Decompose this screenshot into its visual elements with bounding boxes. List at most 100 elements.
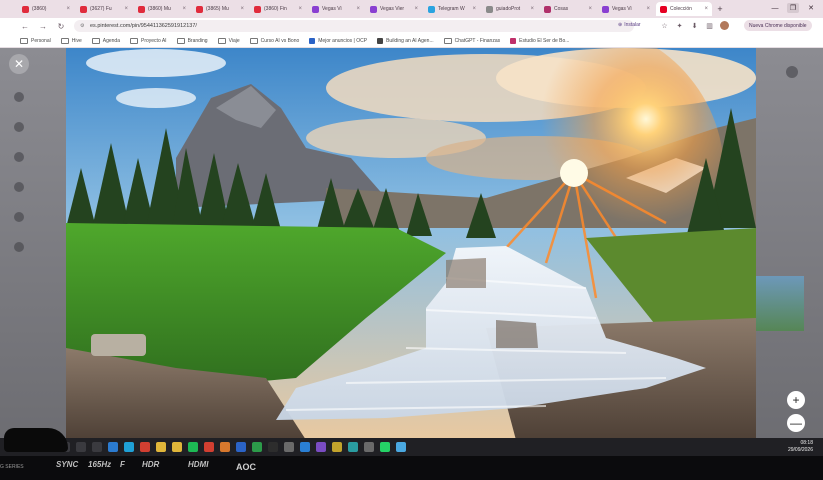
bookmark-folder[interactable]: ChatGPT - Finanzas xyxy=(443,37,500,44)
tab-close-icon[interactable]: × xyxy=(182,6,186,12)
tab-favicon-icon xyxy=(486,5,493,13)
site-info-icon[interactable]: ⚙ xyxy=(80,23,86,29)
tab-close-icon[interactable]: × xyxy=(240,6,244,12)
sidepanel-icon[interactable]: ▥ xyxy=(705,21,714,30)
app-green-icon[interactable] xyxy=(252,442,262,452)
browser-tab[interactable]: Vegas Vi × xyxy=(308,2,364,16)
close-window-button[interactable]: ✕ xyxy=(805,3,817,13)
reload-button[interactable]: ↻ xyxy=(56,22,66,31)
bookmark-folder[interactable]: Branding xyxy=(176,37,208,44)
spotify-icon[interactable] xyxy=(188,442,198,452)
folder-icon[interactable] xyxy=(172,442,182,452)
bookmark-link[interactable]: Building an AI Agen... xyxy=(377,37,434,44)
browser-tab[interactable]: Colección × xyxy=(656,2,712,16)
close-pin-button[interactable]: ✕ xyxy=(9,54,29,74)
tab-close-icon[interactable]: × xyxy=(646,6,650,12)
monitor-screen: (3860) × (3627) Fu × (3860) Mu × (3865) Mu × (38… xyxy=(0,0,823,480)
browser-tab[interactable]: Vegas Vier × xyxy=(366,2,422,16)
bookmark-folder[interactable]: Agenda xyxy=(91,37,120,44)
whatsapp-icon[interactable] xyxy=(380,442,390,452)
download-icon[interactable]: ⬇ xyxy=(690,21,699,30)
profile-avatar[interactable] xyxy=(720,21,729,30)
tab-label: guiadoProt xyxy=(496,6,521,12)
folder-icon xyxy=(130,37,138,44)
window-controls: — ❐ ✕ xyxy=(769,3,817,13)
vscode-icon[interactable] xyxy=(300,442,310,452)
bookmark-label: Mejor anuncios | OCP xyxy=(318,37,368,44)
install-app-button[interactable]: ⊕ Instalar xyxy=(618,22,641,28)
browser-toolbar: ← → ↻ ⚙ es.pinterest.com/pin/95441136259… xyxy=(0,18,823,34)
search-icon[interactable] xyxy=(76,442,86,452)
bookmark-label: Personal xyxy=(31,37,51,44)
app-teal-icon[interactable] xyxy=(348,442,358,452)
chrome-icon[interactable] xyxy=(140,442,150,452)
tab-close-icon[interactable]: × xyxy=(588,6,592,12)
tab-close-icon[interactable]: × xyxy=(356,6,360,12)
bookmark-link[interactable]: Estudio El Ser de Bo... xyxy=(510,37,570,44)
app-lightblue-icon[interactable] xyxy=(396,442,406,452)
bookmark-folder[interactable]: Viaje xyxy=(217,37,240,44)
browser-tab[interactable]: Telegram W × xyxy=(424,2,480,16)
related-pin-thumbnail[interactable] xyxy=(756,276,804,331)
header-ghost-icon[interactable] xyxy=(786,66,798,78)
files-icon[interactable] xyxy=(156,442,166,452)
browser-tab[interactable]: Cosas × xyxy=(540,2,596,16)
bookmark-label: Estudio El Ser de Bo... xyxy=(519,37,570,44)
tab-close-icon[interactable]: × xyxy=(530,6,534,12)
system-tray-clock[interactable]: 08:18 29/09/2026 xyxy=(788,440,813,454)
bookmark-star-icon[interactable]: ☆ xyxy=(660,21,669,30)
tab-favicon-icon xyxy=(22,5,29,13)
tab-close-icon[interactable]: × xyxy=(298,6,302,12)
browser-tab[interactable]: (3627) Fu × xyxy=(76,2,132,16)
bookmark-folder[interactable]: Personal xyxy=(20,37,51,44)
bookmark-label: Hive xyxy=(71,37,82,44)
app-blue-icon[interactable] xyxy=(236,442,246,452)
tab-close-icon[interactable]: × xyxy=(124,6,128,12)
sidebar-ghost-icon[interactable] xyxy=(14,242,24,252)
back-button[interactable]: ← xyxy=(20,22,30,31)
terminal-icon[interactable] xyxy=(268,442,278,452)
maximize-button[interactable]: ❐ xyxy=(787,3,799,13)
browser-tab[interactable]: (3860) × xyxy=(18,2,74,16)
app-purple-icon[interactable] xyxy=(316,442,326,452)
bookmark-favicon-icon xyxy=(510,37,517,44)
clock-icon[interactable] xyxy=(364,442,374,452)
app-yellow-icon[interactable] xyxy=(332,442,342,452)
new-chrome-available-button[interactable]: Nueva Chrome disponible xyxy=(744,20,812,31)
browser-tab[interactable]: (3865) Mu × xyxy=(192,2,248,16)
sidebar-ghost-icon[interactable] xyxy=(14,182,24,192)
bookmarks-bar: Personal Hive Agenda Proyecto AI Branding Via… xyxy=(0,34,823,48)
sidebar-ghost-icon[interactable] xyxy=(14,122,24,132)
tab-close-icon[interactable]: × xyxy=(414,6,418,12)
tab-close-icon[interactable]: × xyxy=(66,6,70,12)
bookmark-folder[interactable]: Curso AI vs Bono xyxy=(249,37,299,44)
app-orange-icon[interactable] xyxy=(220,442,230,452)
minimize-button[interactable]: — xyxy=(769,3,781,13)
zoom-in-button[interactable]: + xyxy=(787,391,805,409)
app-red-icon[interactable] xyxy=(204,442,214,452)
browser-tab[interactable]: guiadoProt × xyxy=(482,2,538,16)
browser-tab[interactable]: Vegas Vi × xyxy=(598,2,654,16)
sidebar-ghost-icon[interactable] xyxy=(14,152,24,162)
bookmark-label: Viaje xyxy=(228,37,240,44)
photos-icon[interactable] xyxy=(108,442,118,452)
browser-tab[interactable]: (3860) Fin × xyxy=(250,2,306,16)
edge-icon[interactable] xyxy=(124,442,134,452)
bookmark-folder[interactable]: Proyecto AI xyxy=(130,37,167,44)
browser-tab[interactable]: (3860) Mu × xyxy=(134,2,190,16)
sidebar-ghost-icon[interactable] xyxy=(14,212,24,222)
bookmark-link[interactable]: Mejor anuncios | OCP xyxy=(309,37,368,44)
extensions-icon[interactable]: ✦ xyxy=(675,21,684,30)
tab-label: Vegas Vi xyxy=(612,6,632,12)
app-gray-icon[interactable] xyxy=(284,442,294,452)
taskview-icon[interactable] xyxy=(92,442,102,452)
bookmark-folder[interactable]: Hive xyxy=(60,37,82,44)
zoom-out-button[interactable]: — xyxy=(787,414,805,432)
tab-close-icon[interactable]: × xyxy=(472,6,476,12)
address-bar[interactable]: ⚙ es.pinterest.com/pin/95441136259191213… xyxy=(74,20,634,32)
forward-button[interactable]: → xyxy=(38,22,48,31)
tab-close-icon[interactable]: × xyxy=(704,6,708,12)
toolbar-icons: ☆ ✦ ⬇ ▥ xyxy=(660,21,729,30)
new-tab-button[interactable]: + xyxy=(714,3,726,15)
sidebar-ghost-icon[interactable] xyxy=(14,92,24,102)
